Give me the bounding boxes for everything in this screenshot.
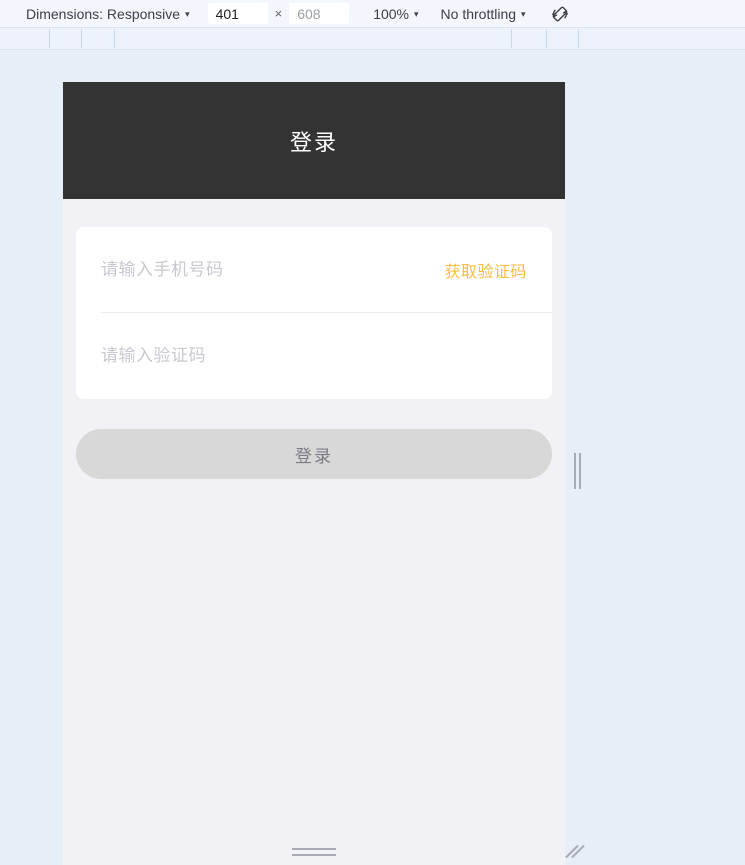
login-submit-button[interactable]: 登录	[76, 429, 552, 479]
height-input[interactable]: 608	[289, 3, 350, 24]
dimensions-label: Dimensions: Responsive	[26, 5, 181, 22]
rotate-button[interactable]	[548, 2, 572, 26]
throttling-label: No throttling	[440, 5, 517, 22]
chevron-down-icon: ▾	[521, 9, 526, 19]
device-canvas: 登录 获取验证码 登录	[0, 51, 745, 865]
chevron-down-icon: ▾	[414, 9, 419, 19]
handle-bar	[573, 453, 576, 489]
viewport-ruler	[0, 28, 745, 50]
right-resize-handle[interactable]	[571, 451, 583, 491]
throttling-dropdown[interactable]: No throttling ▾	[441, 3, 526, 25]
get-verification-code-button[interactable]: 获取验证码	[444, 258, 552, 282]
page-title: 登录	[289, 129, 338, 155]
ruler-tick	[578, 29, 579, 48]
width-value: 401	[215, 5, 239, 22]
width-input[interactable]: 401	[207, 3, 268, 24]
device-toolbar: Dimensions: Responsive ▾ 401 × 608 100% …	[0, 0, 745, 28]
ruler-tick	[114, 29, 115, 48]
handle-bar	[292, 848, 336, 850]
login-form-card: 获取验证码	[76, 227, 552, 399]
corner-resize-handle[interactable]	[565, 839, 589, 863]
ruler-tick	[546, 29, 547, 48]
zoom-dropdown[interactable]: 100% ▾	[373, 3, 418, 25]
code-field-row	[76, 313, 552, 399]
bottom-resize-handle[interactable]	[292, 846, 336, 858]
ruler-tick	[511, 29, 512, 48]
device-viewport: 登录 获取验证码 登录	[63, 82, 565, 865]
verification-code-input[interactable]	[101, 346, 552, 366]
phone-input[interactable]	[101, 260, 445, 280]
handle-bar	[578, 453, 581, 489]
ruler-tick	[49, 29, 50, 48]
handle-bar	[292, 854, 336, 856]
dimensions-dropdown[interactable]: Dimensions: Responsive ▾	[26, 3, 190, 25]
rotate-device-icon	[551, 6, 568, 21]
height-placeholder: 608	[297, 5, 321, 22]
dimension-separator: ×	[274, 6, 283, 21]
phone-field-row: 获取验证码	[76, 227, 552, 313]
zoom-label: 100%	[373, 5, 410, 22]
page-header: 登录	[63, 82, 565, 199]
chevron-down-icon: ▾	[185, 9, 190, 19]
ruler-tick	[81, 29, 82, 48]
